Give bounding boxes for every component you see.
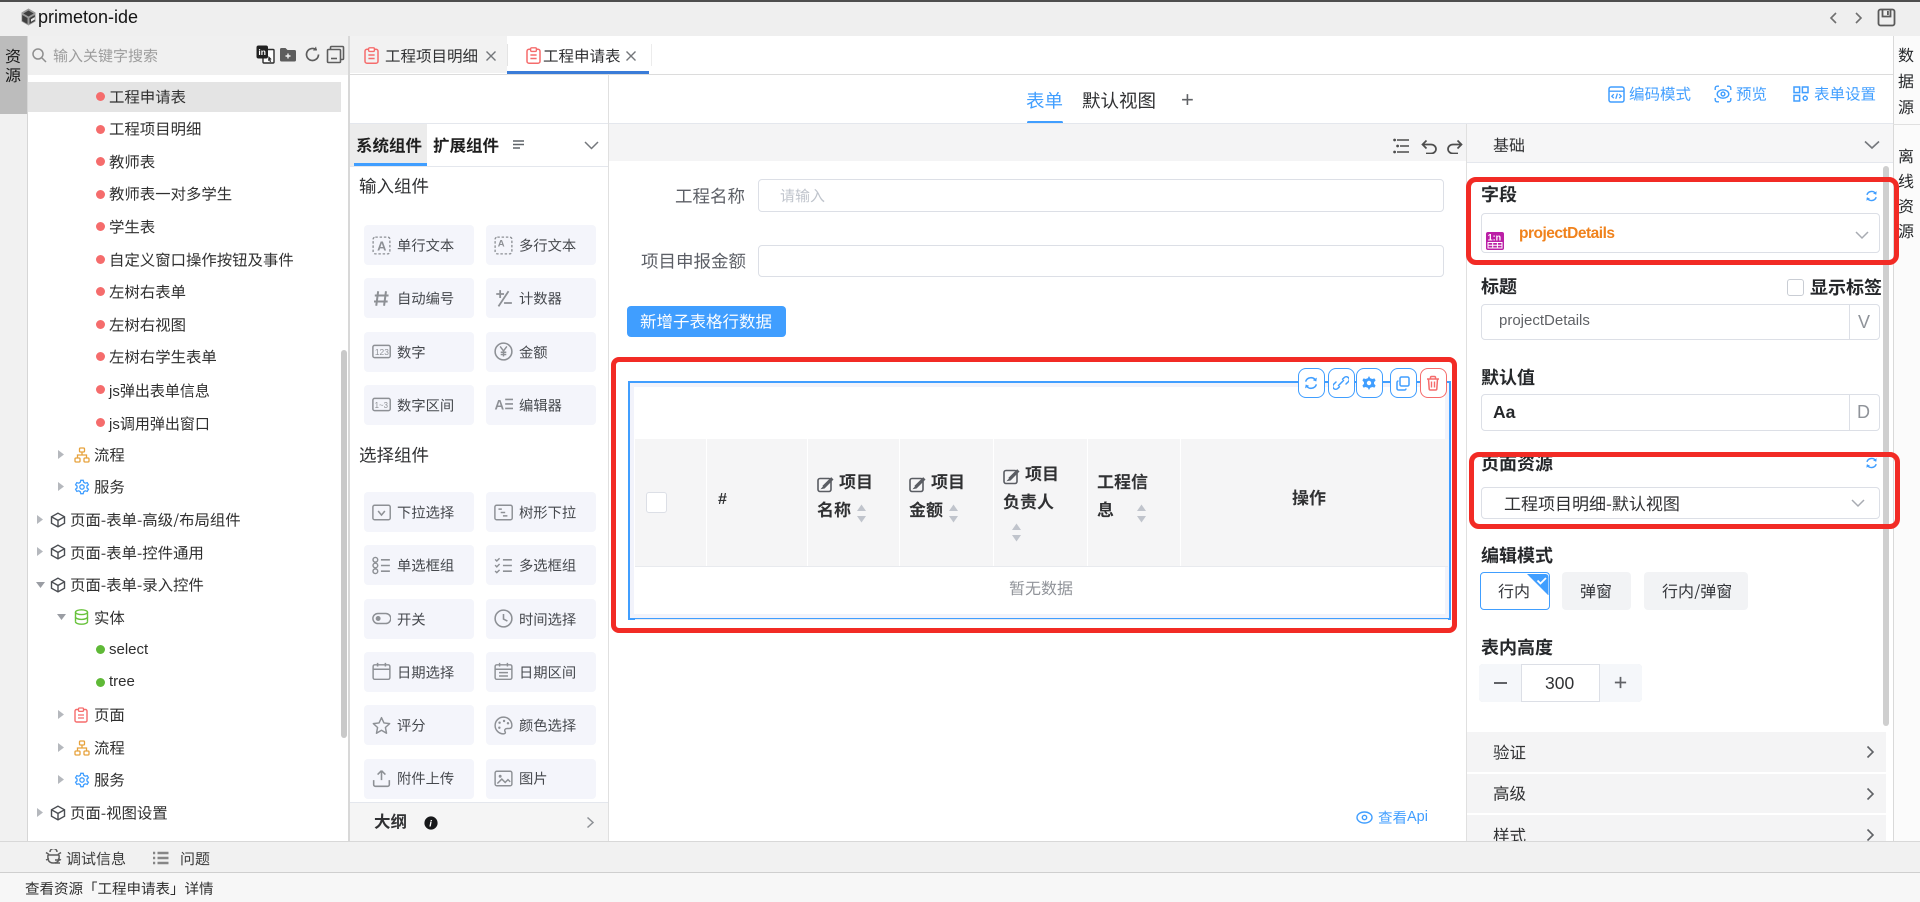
svg-text:1~3: 1~3 bbox=[374, 401, 387, 410]
svg-text:i: i bbox=[429, 818, 432, 829]
svg-text:123: 123 bbox=[374, 347, 388, 357]
svg-text:A: A bbox=[497, 238, 504, 249]
svg-text:A: A bbox=[377, 238, 386, 253]
svg-text:A: A bbox=[494, 398, 504, 413]
svg-text:in: in bbox=[258, 47, 266, 57]
